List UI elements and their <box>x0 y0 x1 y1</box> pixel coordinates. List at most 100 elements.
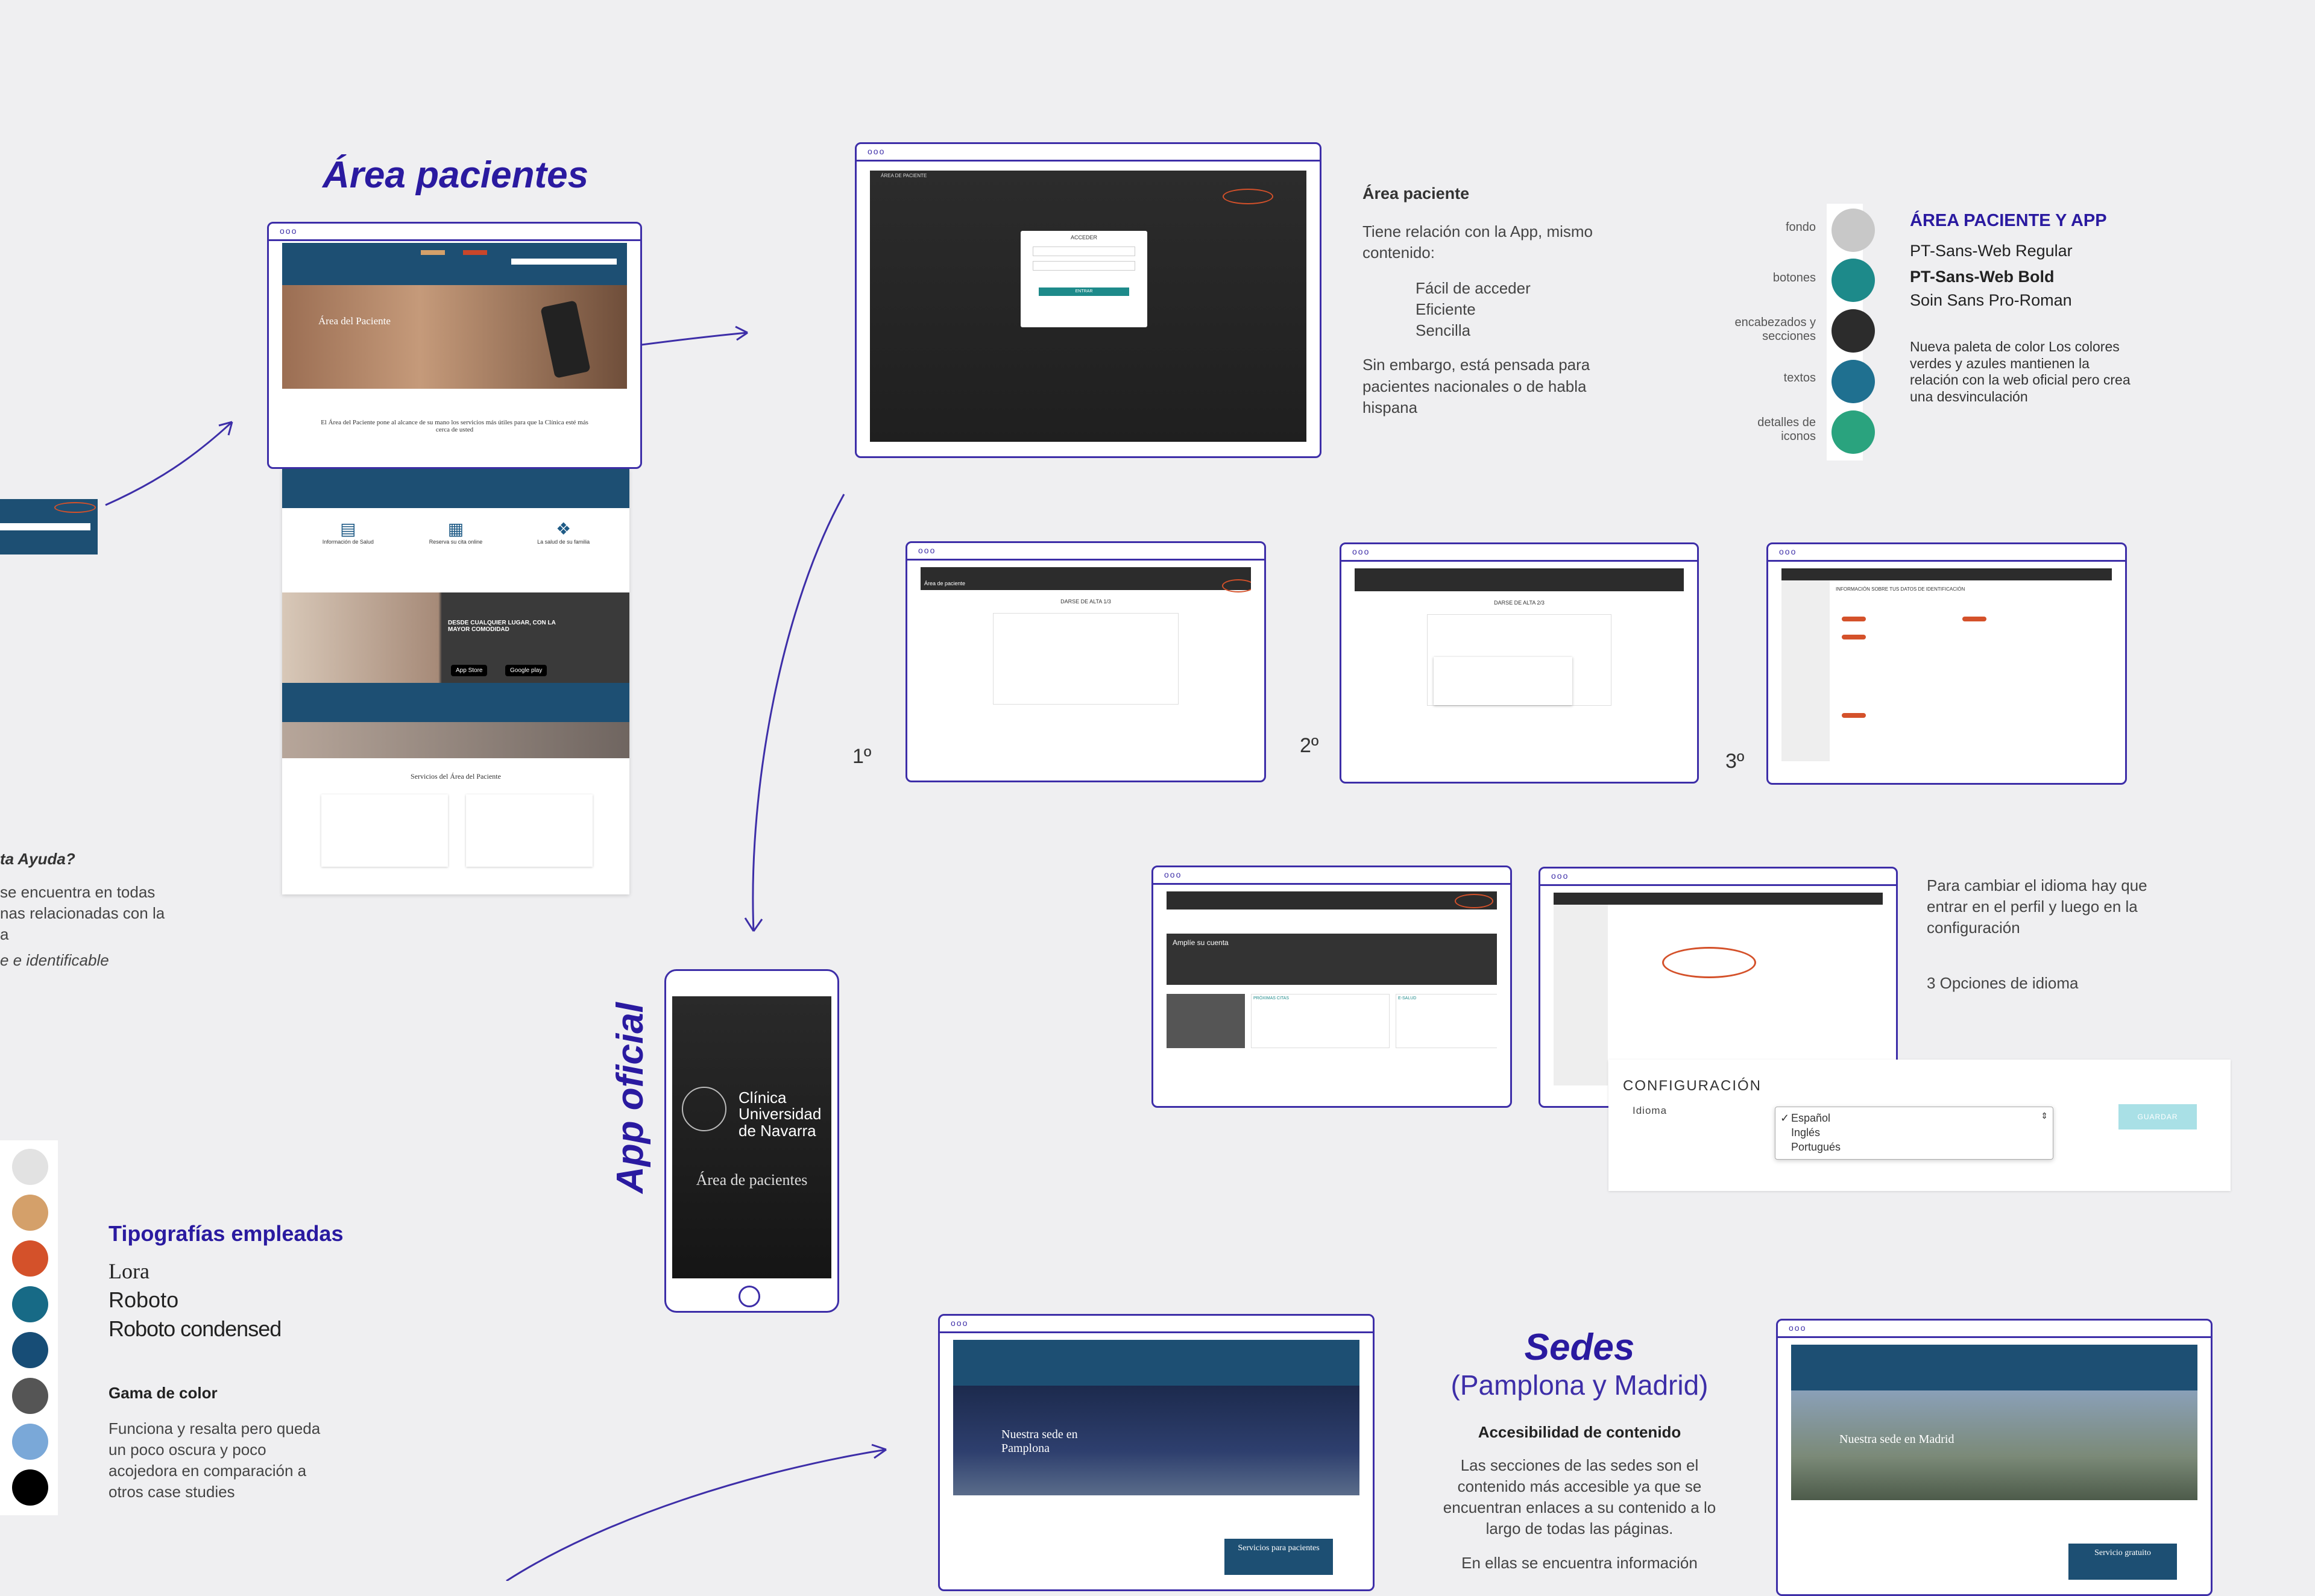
feature-reserva: Reserva su cita online <box>429 539 483 545</box>
gama-title: Gama de color <box>109 1384 218 1402</box>
step1-label: 1º <box>852 745 872 768</box>
sedes-subtitle: (Pamplona y Madrid) <box>1450 1369 1709 1401</box>
left-swatch-4 <box>12 1286 48 1322</box>
swatch-encabezados <box>1832 309 1875 353</box>
config-title: CONFIGURACIÓN <box>1623 1078 1762 1094</box>
guardar-button[interactable]: GUARDAR <box>2118 1104 2197 1129</box>
gama-text: Funciona y resalta pero queda un poco os… <box>109 1419 321 1501</box>
pamplona-services-button[interactable]: Servicios para pacientes <box>1224 1539 1333 1575</box>
feature-familia: La salud de su familia <box>537 539 590 545</box>
step3-title: INFORMACIÓN SOBRE TUS DATOS DE IDENTIFIC… <box>1836 586 1965 592</box>
ayuda-line3: a <box>0 925 9 944</box>
label-textos: textos <box>1783 371 1816 385</box>
madrid-services-button[interactable]: Servicio gratuito <box>2068 1544 2177 1580</box>
config-zoom-card: CONFIGURACIÓN Idioma ✓ Español Inglés Po… <box>1608 1060 2231 1191</box>
font-bold: PT-Sans-Web Bold <box>1910 268 2055 286</box>
font-lora: Lora <box>109 1259 150 1283</box>
ayuda-line4: e e identificable <box>0 951 109 970</box>
area-paciente-notes: Área paciente Tiene relación con la App,… <box>1362 184 1616 418</box>
left-swatch-3 <box>12 1240 48 1277</box>
left-swatch-2 <box>12 1195 48 1231</box>
google-play-badge[interactable]: Google play <box>505 665 547 676</box>
family-icon: ❖ <box>556 520 572 538</box>
ayuda-heading: ta Ayuda? <box>0 850 75 868</box>
app-brand: Clínica Universidad de Navarra <box>739 1089 822 1140</box>
swatch-botones <box>1832 259 1875 302</box>
left-swatch-5 <box>12 1332 48 1368</box>
left-swatch-8 <box>12 1469 48 1506</box>
label-fondo: fondo <box>1785 221 1816 234</box>
font-roboto: Roboto <box>109 1287 179 1312</box>
panel-esalud: E-SALUD <box>1396 994 1497 1048</box>
brand-line3: de Navarra <box>739 1121 816 1140</box>
university-seal <box>682 1087 726 1131</box>
option-portugues[interactable]: Portugués <box>1791 1141 1841 1154</box>
sede-madrid-frame: ooo Nuestra sede en Madrid Servicio grat… <box>1776 1319 2213 1596</box>
pamplona-hero-title: Nuestra sede en Pamplona <box>1001 1428 1078 1455</box>
login-panel-title: ACCEDER <box>1070 234 1097 240</box>
notes-title: Área paciente <box>1362 184 1470 203</box>
feature-row: ▤ Información de Salud ▦ Reserva su cita o… <box>282 508 629 545</box>
calendar-icon: ▦ <box>447 520 464 538</box>
brand-line1: Clínica <box>739 1089 787 1107</box>
ayuda-line1: se encuentra en todas <box>0 883 156 901</box>
idioma-note2: 3 Opciones de idioma <box>1927 974 2079 992</box>
madrid-hero-title: Nuestra sede en Madrid <box>1839 1433 1954 1446</box>
area-paciente-browser-frame: ooo Área del Paciente El Área del Pacien… <box>267 222 642 469</box>
option-ingles[interactable]: Inglés <box>1791 1126 1820 1139</box>
panel-citas: PRÓXIMAS CITAS <box>1251 994 1390 1048</box>
typography-block: Tipografías empleadas Lora Roboto Roboto… <box>109 1221 362 1503</box>
step2-label: 2º <box>1300 734 1319 757</box>
notes-p1: Tiene relación con la App, mismo conteni… <box>1362 222 1593 262</box>
dropdown-arrow-icon: ⇕ <box>2041 1111 2048 1120</box>
ayuda-line2: nas relacionadas con la <box>0 904 165 923</box>
phone-frame: Clínica Universidad de Navarra Área de p… <box>664 969 839 1313</box>
login-header: ÁREA DE PACIENTE <box>881 173 927 178</box>
option-selected-check: ✓ <box>1780 1112 1790 1124</box>
profile-banner: Amplíe su cuenta <box>1167 934 1497 985</box>
font-regular: PT-Sans-Web Regular <box>1910 242 2073 260</box>
swatch-detalles <box>1832 410 1875 454</box>
notes-p2: Sin embargo, está pensada para pacientes… <box>1362 356 1590 416</box>
login-browser-frame: ooo ÁREA DE PACIENTE ACCEDER ENTRAR <box>855 142 1321 458</box>
app-splash: Clínica Universidad de Navarra Área de p… <box>672 996 831 1278</box>
app-store-badge[interactable]: App Store <box>451 665 488 676</box>
phone-image <box>540 300 591 379</box>
label-detalles: detalles de iconos <box>1757 416 1816 443</box>
sedes-title: Sedes <box>1524 1327 1635 1368</box>
brand-line2: Universidad <box>739 1105 822 1123</box>
label-encabezados: encabezados y secciones <box>1734 316 1816 343</box>
user-field[interactable] <box>1033 247 1135 256</box>
access-text: Las secciones de las sedes son el conten… <box>1443 1456 1716 1538</box>
option-espanol[interactable]: Español <box>1791 1112 1830 1125</box>
idioma-dropdown[interactable]: ✓ Español Inglés Portugués ⇕ <box>1775 1107 2053 1160</box>
app-oficial-title: App oficial <box>609 1002 651 1193</box>
feature-info: Información de Salud <box>322 539 374 545</box>
intro-text: El Área del Paciente pone al alcance de … <box>321 419 588 433</box>
app-banner: DESDE CUALQUIER LUGAR, CON LA MAYOR COMO… <box>282 592 629 686</box>
login-panel: ACCEDER ENTRAR <box>1021 231 1147 327</box>
services-title: Servicios del Área del Paciente <box>411 772 501 781</box>
font-soin: Soin Sans Pro-Roman <box>1910 291 2072 309</box>
banner-text: DESDE CUALQUIER LUGAR, CON LA MAYOR COMO… <box>448 620 556 633</box>
sedes-block: Sedes (Pamplona y Madrid) Accesibilidad … <box>1435 1326 1724 1574</box>
document-icon: ▤ <box>340 520 356 538</box>
left-swatch-6 <box>12 1378 48 1414</box>
home-button <box>739 1286 760 1307</box>
password-field[interactable] <box>1033 261 1135 271</box>
step3-label: 3º <box>1725 750 1745 773</box>
step1-frame: ooo Área de paciente DARSE DE ALTA 1/3 <box>906 541 1266 782</box>
highlight-circle <box>1223 189 1273 204</box>
palette-note: Nueva paleta de color Los colores verdes… <box>1910 339 2131 404</box>
app-subtitle: Área de pacientes <box>696 1171 808 1189</box>
area-pacientes-title: Área pacientes <box>323 154 589 196</box>
step1-title: DARSE DE ALTA 1/3 <box>1060 598 1111 605</box>
notes-bullet-3: Sencilla <box>1416 321 1471 340</box>
typography-title: Tipografías empleadas <box>109 1221 344 1246</box>
idioma-note1: Para cambiar el idioma hay que entrar en… <box>1927 876 2147 937</box>
access-cut: En ellas se encuentra información <box>1461 1554 1698 1572</box>
label-botones: botones <box>1772 271 1816 284</box>
site-header <box>282 243 627 285</box>
step1-header: Área de paciente <box>921 567 1251 590</box>
enter-button[interactable]: ENTRAR <box>1039 287 1129 296</box>
